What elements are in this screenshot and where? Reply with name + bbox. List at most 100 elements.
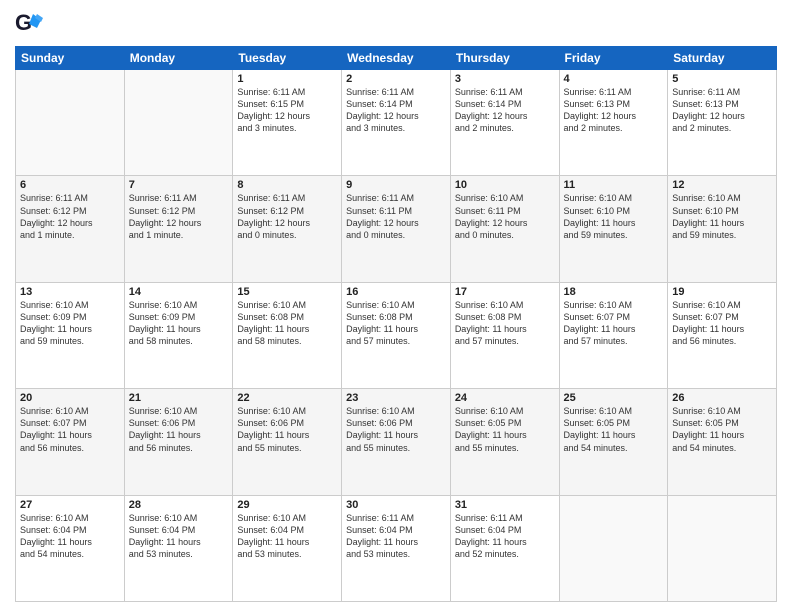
calendar-header-thursday: Thursday [450, 47, 559, 70]
calendar-header-wednesday: Wednesday [342, 47, 451, 70]
calendar-week-2: 6Sunrise: 6:11 AM Sunset: 6:12 PM Daylig… [16, 176, 777, 282]
day-info: Sunrise: 6:11 AM Sunset: 6:13 PM Dayligh… [564, 86, 664, 135]
logo: G [15, 10, 45, 38]
day-info: Sunrise: 6:10 AM Sunset: 6:08 PM Dayligh… [346, 299, 446, 348]
day-info: Sunrise: 6:11 AM Sunset: 6:12 PM Dayligh… [129, 192, 229, 241]
day-number: 3 [455, 73, 555, 85]
calendar-cell: 3Sunrise: 6:11 AM Sunset: 6:14 PM Daylig… [450, 70, 559, 176]
day-info: Sunrise: 6:10 AM Sunset: 6:11 PM Dayligh… [455, 192, 555, 241]
calendar-cell: 25Sunrise: 6:10 AM Sunset: 6:05 PM Dayli… [559, 389, 668, 495]
calendar-cell: 31Sunrise: 6:11 AM Sunset: 6:04 PM Dayli… [450, 495, 559, 601]
day-number: 24 [455, 392, 555, 404]
calendar-cell: 5Sunrise: 6:11 AM Sunset: 6:13 PM Daylig… [668, 70, 777, 176]
calendar-cell: 4Sunrise: 6:11 AM Sunset: 6:13 PM Daylig… [559, 70, 668, 176]
day-info: Sunrise: 6:11 AM Sunset: 6:14 PM Dayligh… [346, 86, 446, 135]
day-info: Sunrise: 6:10 AM Sunset: 6:04 PM Dayligh… [237, 512, 337, 561]
day-number: 1 [237, 73, 337, 85]
day-info: Sunrise: 6:10 AM Sunset: 6:10 PM Dayligh… [672, 192, 772, 241]
day-number: 19 [672, 286, 772, 298]
calendar-week-3: 13Sunrise: 6:10 AM Sunset: 6:09 PM Dayli… [16, 282, 777, 388]
day-info: Sunrise: 6:11 AM Sunset: 6:13 PM Dayligh… [672, 86, 772, 135]
day-info: Sunrise: 6:10 AM Sunset: 6:05 PM Dayligh… [455, 405, 555, 454]
day-info: Sunrise: 6:10 AM Sunset: 6:10 PM Dayligh… [564, 192, 664, 241]
calendar-cell [559, 495, 668, 601]
calendar-header-tuesday: Tuesday [233, 47, 342, 70]
calendar-cell: 17Sunrise: 6:10 AM Sunset: 6:08 PM Dayli… [450, 282, 559, 388]
day-number: 30 [346, 499, 446, 511]
calendar-cell: 20Sunrise: 6:10 AM Sunset: 6:07 PM Dayli… [16, 389, 125, 495]
day-number: 5 [672, 73, 772, 85]
calendar-cell: 24Sunrise: 6:10 AM Sunset: 6:05 PM Dayli… [450, 389, 559, 495]
calendar-header-sunday: Sunday [16, 47, 125, 70]
calendar-header-saturday: Saturday [668, 47, 777, 70]
day-number: 26 [672, 392, 772, 404]
day-number: 29 [237, 499, 337, 511]
day-info: Sunrise: 6:10 AM Sunset: 6:07 PM Dayligh… [20, 405, 120, 454]
day-info: Sunrise: 6:11 AM Sunset: 6:15 PM Dayligh… [237, 86, 337, 135]
day-info: Sunrise: 6:10 AM Sunset: 6:06 PM Dayligh… [237, 405, 337, 454]
day-number: 11 [564, 179, 664, 191]
calendar-cell: 7Sunrise: 6:11 AM Sunset: 6:12 PM Daylig… [124, 176, 233, 282]
day-number: 18 [564, 286, 664, 298]
calendar-header-friday: Friday [559, 47, 668, 70]
day-info: Sunrise: 6:10 AM Sunset: 6:06 PM Dayligh… [346, 405, 446, 454]
day-info: Sunrise: 6:11 AM Sunset: 6:04 PM Dayligh… [346, 512, 446, 561]
calendar-header-monday: Monday [124, 47, 233, 70]
day-number: 14 [129, 286, 229, 298]
calendar-cell: 14Sunrise: 6:10 AM Sunset: 6:09 PM Dayli… [124, 282, 233, 388]
day-info: Sunrise: 6:10 AM Sunset: 6:09 PM Dayligh… [20, 299, 120, 348]
calendar-cell: 13Sunrise: 6:10 AM Sunset: 6:09 PM Dayli… [16, 282, 125, 388]
day-info: Sunrise: 6:10 AM Sunset: 6:04 PM Dayligh… [129, 512, 229, 561]
day-info: Sunrise: 6:10 AM Sunset: 6:08 PM Dayligh… [237, 299, 337, 348]
day-number: 2 [346, 73, 446, 85]
calendar-cell: 1Sunrise: 6:11 AM Sunset: 6:15 PM Daylig… [233, 70, 342, 176]
calendar-week-4: 20Sunrise: 6:10 AM Sunset: 6:07 PM Dayli… [16, 389, 777, 495]
day-number: 9 [346, 179, 446, 191]
calendar-cell: 12Sunrise: 6:10 AM Sunset: 6:10 PM Dayli… [668, 176, 777, 282]
logo-icon: G [15, 10, 43, 38]
calendar-header-row: SundayMondayTuesdayWednesdayThursdayFrid… [16, 47, 777, 70]
calendar-table: SundayMondayTuesdayWednesdayThursdayFrid… [15, 46, 777, 602]
calendar-cell: 2Sunrise: 6:11 AM Sunset: 6:14 PM Daylig… [342, 70, 451, 176]
day-number: 17 [455, 286, 555, 298]
day-number: 22 [237, 392, 337, 404]
calendar-cell: 6Sunrise: 6:11 AM Sunset: 6:12 PM Daylig… [16, 176, 125, 282]
day-info: Sunrise: 6:11 AM Sunset: 6:04 PM Dayligh… [455, 512, 555, 561]
day-number: 31 [455, 499, 555, 511]
calendar-cell: 28Sunrise: 6:10 AM Sunset: 6:04 PM Dayli… [124, 495, 233, 601]
day-number: 7 [129, 179, 229, 191]
calendar-cell: 16Sunrise: 6:10 AM Sunset: 6:08 PM Dayli… [342, 282, 451, 388]
calendar-cell: 29Sunrise: 6:10 AM Sunset: 6:04 PM Dayli… [233, 495, 342, 601]
calendar-cell: 11Sunrise: 6:10 AM Sunset: 6:10 PM Dayli… [559, 176, 668, 282]
calendar-cell: 23Sunrise: 6:10 AM Sunset: 6:06 PM Dayli… [342, 389, 451, 495]
day-number: 21 [129, 392, 229, 404]
day-number: 8 [237, 179, 337, 191]
calendar-cell: 27Sunrise: 6:10 AM Sunset: 6:04 PM Dayli… [16, 495, 125, 601]
day-info: Sunrise: 6:10 AM Sunset: 6:06 PM Dayligh… [129, 405, 229, 454]
calendar-page: G SundayMondayTuesdayWednesdayThursdayFr… [0, 0, 792, 612]
calendar-cell: 10Sunrise: 6:10 AM Sunset: 6:11 PM Dayli… [450, 176, 559, 282]
day-info: Sunrise: 6:10 AM Sunset: 6:09 PM Dayligh… [129, 299, 229, 348]
calendar-week-1: 1Sunrise: 6:11 AM Sunset: 6:15 PM Daylig… [16, 70, 777, 176]
calendar-week-5: 27Sunrise: 6:10 AM Sunset: 6:04 PM Dayli… [16, 495, 777, 601]
day-info: Sunrise: 6:10 AM Sunset: 6:05 PM Dayligh… [564, 405, 664, 454]
calendar-cell: 8Sunrise: 6:11 AM Sunset: 6:12 PM Daylig… [233, 176, 342, 282]
day-info: Sunrise: 6:11 AM Sunset: 6:11 PM Dayligh… [346, 192, 446, 241]
day-number: 13 [20, 286, 120, 298]
day-info: Sunrise: 6:11 AM Sunset: 6:12 PM Dayligh… [237, 192, 337, 241]
calendar-cell: 22Sunrise: 6:10 AM Sunset: 6:06 PM Dayli… [233, 389, 342, 495]
calendar-cell: 9Sunrise: 6:11 AM Sunset: 6:11 PM Daylig… [342, 176, 451, 282]
calendar-cell [124, 70, 233, 176]
day-number: 27 [20, 499, 120, 511]
day-info: Sunrise: 6:10 AM Sunset: 6:04 PM Dayligh… [20, 512, 120, 561]
calendar-cell: 21Sunrise: 6:10 AM Sunset: 6:06 PM Dayli… [124, 389, 233, 495]
calendar-cell [668, 495, 777, 601]
calendar-cell: 19Sunrise: 6:10 AM Sunset: 6:07 PM Dayli… [668, 282, 777, 388]
day-number: 16 [346, 286, 446, 298]
day-info: Sunrise: 6:10 AM Sunset: 6:08 PM Dayligh… [455, 299, 555, 348]
day-number: 25 [564, 392, 664, 404]
calendar-cell: 15Sunrise: 6:10 AM Sunset: 6:08 PM Dayli… [233, 282, 342, 388]
day-info: Sunrise: 6:10 AM Sunset: 6:07 PM Dayligh… [564, 299, 664, 348]
day-info: Sunrise: 6:11 AM Sunset: 6:12 PM Dayligh… [20, 192, 120, 241]
day-number: 4 [564, 73, 664, 85]
